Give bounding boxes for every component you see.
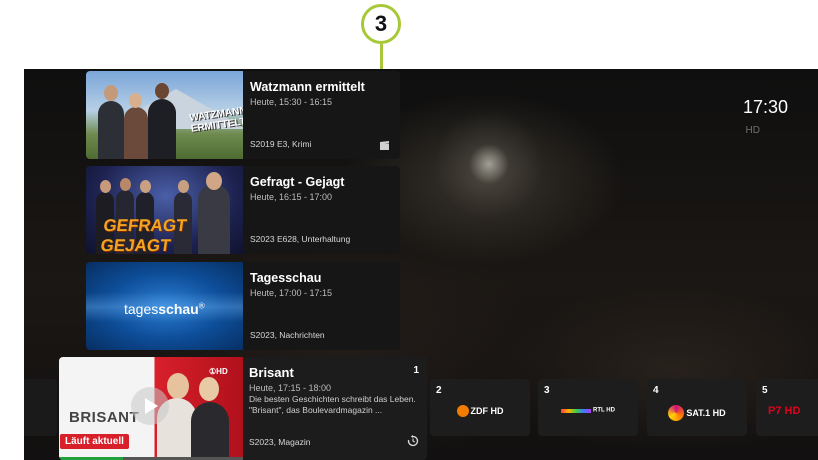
program-meta: S2023, Nachrichten	[250, 330, 325, 340]
replay-icon[interactable]	[407, 435, 419, 450]
program-meta: S2023, Magazin	[249, 437, 311, 447]
program-card-watzmann[interactable]: WATZMANN ERMITTELT Watzmann ermittelt He…	[86, 71, 400, 159]
clock-subtitle: HD	[745, 125, 760, 136]
background-light	[434, 109, 544, 219]
clock: 17:30	[742, 97, 788, 117]
thumbnail-logo: tagesschau®	[124, 301, 205, 317]
program-title: Tagesschau	[250, 271, 322, 285]
program-title: Brisant	[249, 365, 294, 380]
channel-number: 5	[762, 385, 768, 396]
channel-number: 1	[413, 365, 419, 376]
channel-number: 4	[653, 385, 659, 396]
program-time: Heute, 17:00 - 17:15	[250, 288, 333, 298]
prosieben-logo-icon: P7 HD	[768, 405, 801, 417]
program-thumbnail: GEFRAGT GEJAGT	[86, 166, 243, 254]
channel-tile-4[interactable]: 4 SAT.1 HD	[647, 379, 747, 436]
channel-tile-previous[interactable]	[24, 379, 57, 436]
sat1-logo-icon: SAT.1 HD	[647, 405, 747, 421]
rtl-logo-icon: RTL HD	[538, 405, 638, 415]
ard-hd-logo: ①HD	[209, 367, 228, 376]
channel-tile-5[interactable]: 5 P7 HD	[756, 379, 818, 436]
channel-number: 3	[544, 385, 550, 396]
channel-tile-3[interactable]: 3 RTL HD	[538, 379, 638, 436]
thumbnail-logo: GEFRAGT GEJAGT	[99, 216, 188, 254]
program-thumbnail: BRISANT ①HD Läuft aktuell	[59, 357, 243, 460]
zdf-logo-icon: ZDF HD	[430, 405, 530, 417]
program-title: Watzmann ermittelt	[250, 80, 365, 94]
tv-screen: 17:30 HD WATZMANN ERMITTELT Watzmann erm…	[24, 69, 818, 460]
program-description: Die besten Geschichten schreibt das Lebe…	[249, 394, 416, 415]
channel-number: 2	[436, 385, 442, 396]
program-thumbnail: WATZMANN ERMITTELT	[86, 71, 243, 159]
program-time: Heute, 16:15 - 17:00	[250, 192, 333, 202]
program-title: Gefragt - Gejagt	[250, 175, 345, 189]
callout-number: 3	[374, 11, 388, 36]
callout-marker: 3	[361, 4, 401, 44]
program-card-brisant-focused[interactable]: BRISANT ①HD Läuft aktuell Brisant 1 Heut…	[59, 357, 427, 460]
program-time: Heute, 15:30 - 16:15	[250, 97, 333, 107]
program-meta: S2019 E3, Krimi	[250, 139, 312, 149]
channel-tile-2[interactable]: 2 ZDF HD	[430, 379, 530, 436]
program-meta: S2023 E628, Unterhaltung	[250, 234, 351, 244]
clapperboard-icon	[379, 141, 390, 154]
live-badge: Läuft aktuell	[60, 434, 129, 449]
play-icon[interactable]	[131, 387, 169, 425]
thumbnail-logo: BRISANT	[69, 409, 140, 426]
program-card-tagesschau[interactable]: tagesschau® Tagesschau Heute, 17:00 - 17…	[86, 262, 400, 350]
program-thumbnail: tagesschau®	[86, 262, 243, 350]
program-time: Heute, 17:15 - 18:00	[249, 383, 332, 393]
program-card-gefragt-gejagt[interactable]: GEFRAGT GEJAGT Gefragt - Gejagt Heute, 1…	[86, 166, 400, 254]
